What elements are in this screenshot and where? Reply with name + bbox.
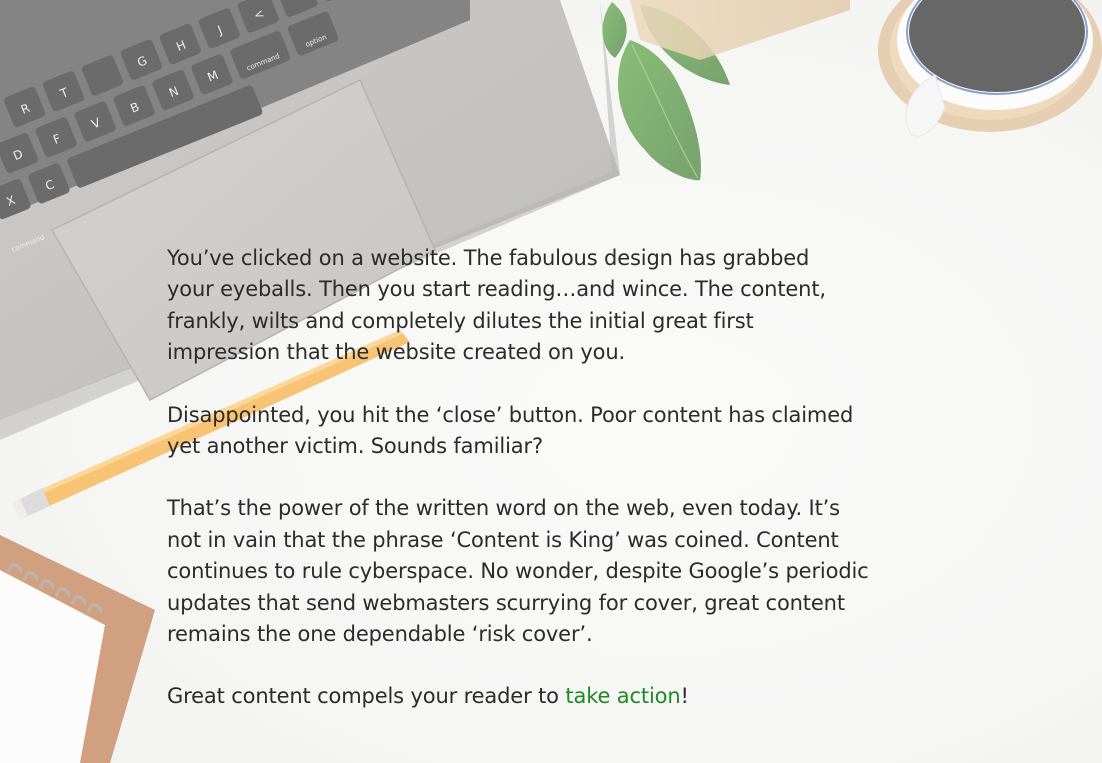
text-line: continues to rule cyberspace. No wonder,…: [167, 559, 869, 584]
hero-image: R T G H J < D F V B N M X C command opti…: [0, 0, 1102, 763]
text-line: You’ve clicked on a website. The fabulou…: [167, 246, 810, 270]
text-line: yet another victim. Sounds familiar?: [167, 434, 543, 459]
body-copy: You’ve clicked on a website. The fabulou…: [167, 243, 967, 744]
text-line: impression that the website created on y…: [167, 340, 626, 365]
paragraph-intro: You’ve clicked on a website. The fabulou…: [167, 243, 967, 369]
text-line: That’s the power of the written word on …: [167, 496, 840, 521]
take-action-highlight: take action: [565, 684, 681, 709]
cta-line: Great content compels your reader to tak…: [167, 681, 967, 712]
paragraph-disappointed: Disappointed, you hit the ‘close’ button…: [167, 400, 967, 463]
paragraph-power: That’s the power of the written word on …: [167, 493, 967, 650]
text-line: your eyeballs. Then you start reading…an…: [167, 277, 826, 302]
text-line: not in vain that the phrase ‘Content is …: [167, 527, 839, 552]
cta-exclamation: !: [680, 684, 689, 709]
paragraph-cta: Great content compels your reader to tak…: [167, 681, 967, 712]
text-line: frankly, wilts and completely dilutes th…: [167, 308, 754, 333]
text-line: updates that send webmasters scurrying f…: [167, 590, 845, 615]
cta-text: Great content compels your reader to: [167, 684, 566, 709]
text-line: Disappointed, you hit the ‘close’ button…: [167, 402, 854, 427]
text-line: remains the one dependable ‘risk cover’.: [167, 622, 593, 647]
